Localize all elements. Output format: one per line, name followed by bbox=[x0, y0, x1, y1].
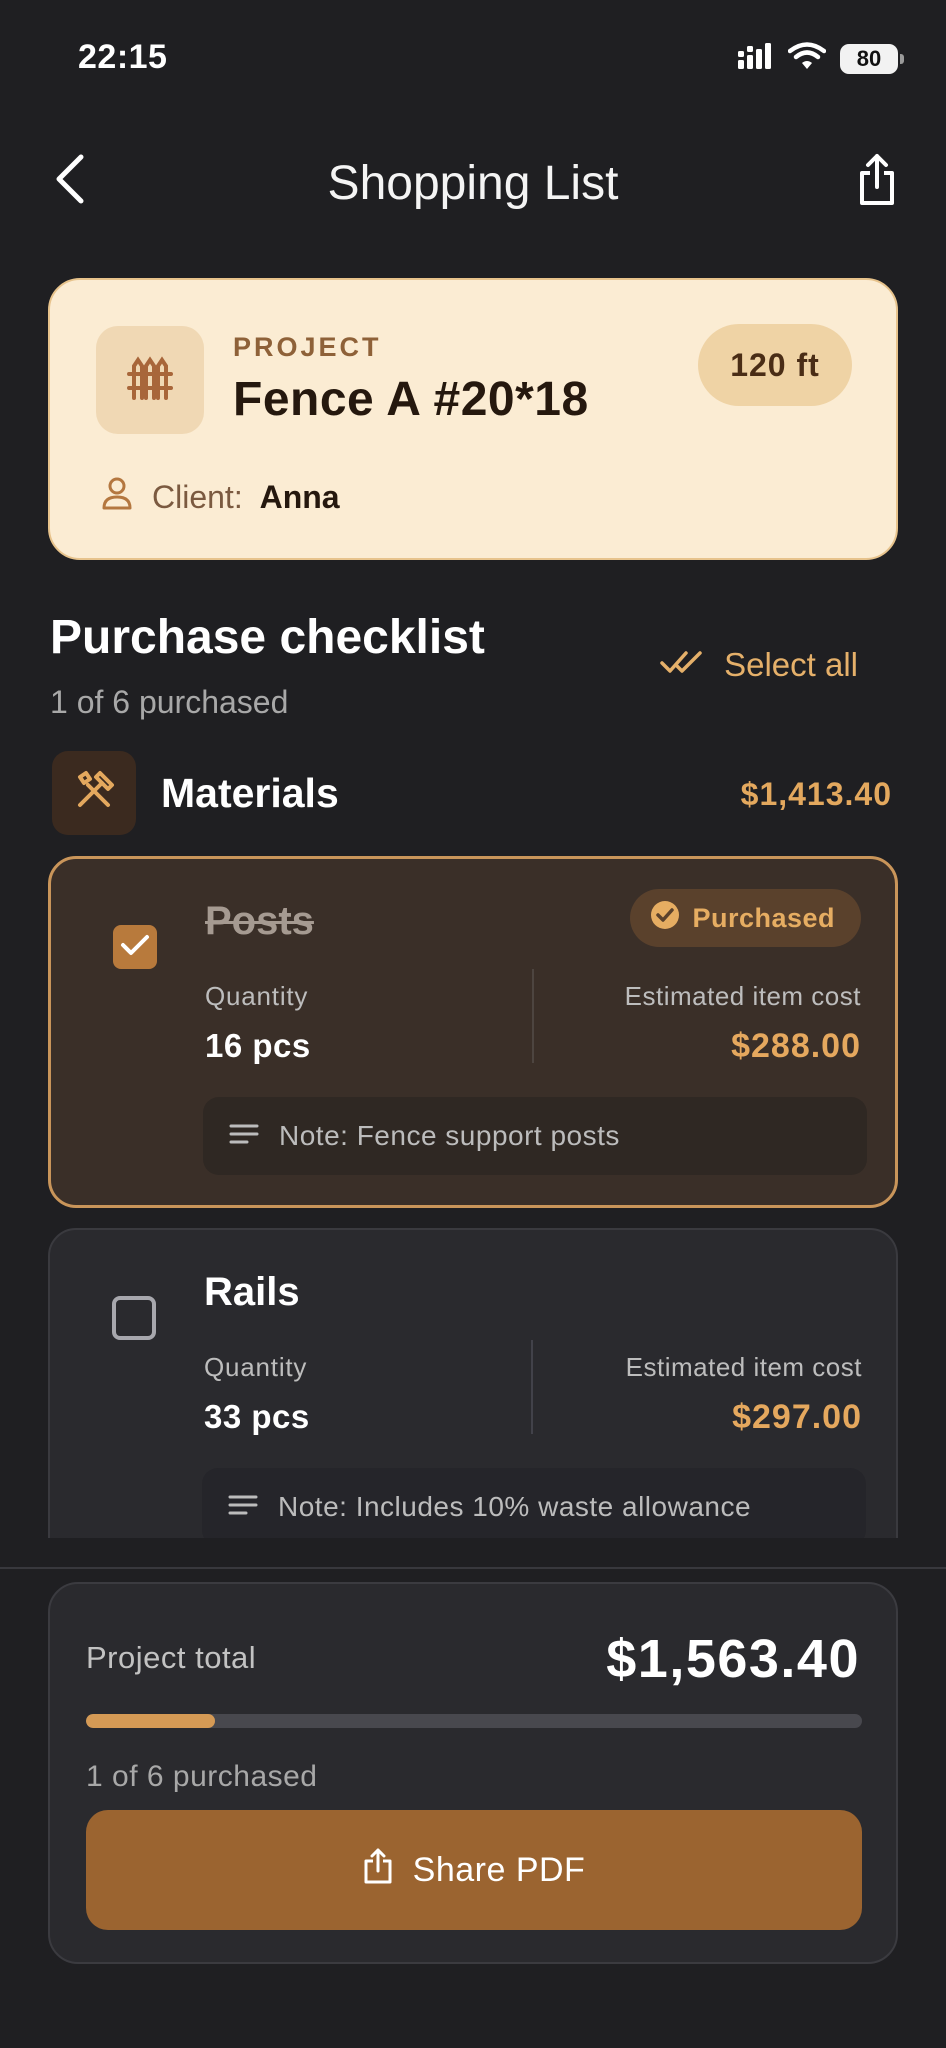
shopping-list-screen: 22:15 80 Shopping List PROJECT Fence A #… bbox=[0, 0, 946, 2048]
item-note: Note: Includes 10% waste allowance bbox=[202, 1468, 866, 1546]
cost-value: $288.00 bbox=[731, 1027, 861, 1065]
purchased-badge-label: Purchased bbox=[692, 902, 835, 933]
client-label: Client: bbox=[152, 478, 243, 515]
status-time: 22:15 bbox=[78, 38, 168, 76]
item-name: Rails bbox=[204, 1270, 300, 1314]
page-title: Shopping List bbox=[327, 157, 619, 210]
note-text: Note: Includes 10% waste allowance bbox=[278, 1491, 752, 1522]
share-pdf-label: Share PDF bbox=[412, 1850, 586, 1889]
item-checkbox[interactable] bbox=[112, 1296, 156, 1340]
project-icon-box bbox=[96, 326, 204, 434]
category-name: Materials bbox=[161, 770, 339, 816]
checklist-item-rails[interactable]: Rails Quantity 33 pcs Estimated item cos… bbox=[48, 1228, 898, 1568]
share-button[interactable] bbox=[848, 150, 906, 214]
share-pdf-button[interactable]: Share PDF bbox=[86, 1810, 862, 1930]
divider bbox=[532, 969, 534, 1063]
category-icon-box bbox=[52, 751, 136, 835]
project-length-badge: 120 ft bbox=[698, 324, 852, 406]
cost-label: Estimated item cost bbox=[624, 981, 861, 1011]
list-clip bbox=[0, 1538, 946, 1570]
double-check-icon bbox=[660, 646, 706, 684]
item-note: Note: Fence support posts bbox=[203, 1097, 867, 1175]
summary-card: Project total $1,563.40 1 of 6 purchased… bbox=[48, 1582, 898, 1964]
person-icon bbox=[100, 476, 134, 518]
checklist-item-posts[interactable]: Posts Purchased Quantity 16 pcs Estimate… bbox=[48, 856, 898, 1208]
progress-bar-fill bbox=[86, 1714, 216, 1728]
status-bar: 22:15 80 bbox=[0, 0, 946, 120]
quantity-label: Quantity bbox=[204, 1352, 308, 1382]
cost-value: $297.00 bbox=[732, 1398, 862, 1436]
status-icons: 80 bbox=[738, 42, 904, 75]
wifi-icon bbox=[787, 42, 827, 75]
progress-bar bbox=[86, 1714, 862, 1728]
quantity-label: Quantity bbox=[205, 981, 309, 1011]
sheet-divider bbox=[0, 1567, 946, 1569]
cost-label: Estimated item cost bbox=[625, 1352, 862, 1382]
note-lines-icon bbox=[229, 1120, 259, 1152]
project-total-value: $1,563.40 bbox=[606, 1629, 860, 1689]
battery-indicator: 80 bbox=[840, 43, 904, 74]
quantity-value: 16 pcs bbox=[205, 1027, 311, 1064]
select-all-button[interactable]: Select all bbox=[660, 646, 858, 684]
project-total-label: Project total bbox=[86, 1640, 257, 1675]
checkmark-icon bbox=[120, 933, 150, 962]
select-all-label: Select all bbox=[724, 646, 858, 683]
progress-text: 1 of 6 purchased bbox=[86, 1760, 318, 1793]
tools-icon bbox=[72, 769, 116, 818]
project-card[interactable]: PROJECT Fence A #20*18 120 ft Client: An… bbox=[48, 278, 898, 560]
item-checkbox[interactable] bbox=[113, 925, 157, 969]
checklist-progress: 1 of 6 purchased bbox=[50, 684, 289, 720]
check-circle-icon bbox=[650, 900, 680, 937]
project-label: PROJECT bbox=[233, 332, 382, 362]
fence-icon bbox=[126, 355, 174, 405]
note-text: Note: Fence support posts bbox=[279, 1120, 620, 1151]
divider bbox=[531, 1340, 533, 1434]
share-icon bbox=[363, 1847, 393, 1894]
quantity-value: 33 pcs bbox=[204, 1398, 310, 1435]
client-name: Anna bbox=[259, 478, 340, 515]
item-name: Posts bbox=[205, 899, 314, 943]
client-row: Client: Anna bbox=[100, 476, 340, 518]
project-name: Fence A #20*18 bbox=[233, 373, 589, 426]
checklist-title: Purchase checklist bbox=[50, 611, 485, 664]
purchased-badge: Purchased bbox=[630, 889, 861, 947]
signal-icon bbox=[738, 43, 774, 74]
category-total: $1,413.40 bbox=[740, 776, 892, 812]
share-icon bbox=[857, 153, 897, 212]
note-lines-icon bbox=[228, 1491, 258, 1523]
